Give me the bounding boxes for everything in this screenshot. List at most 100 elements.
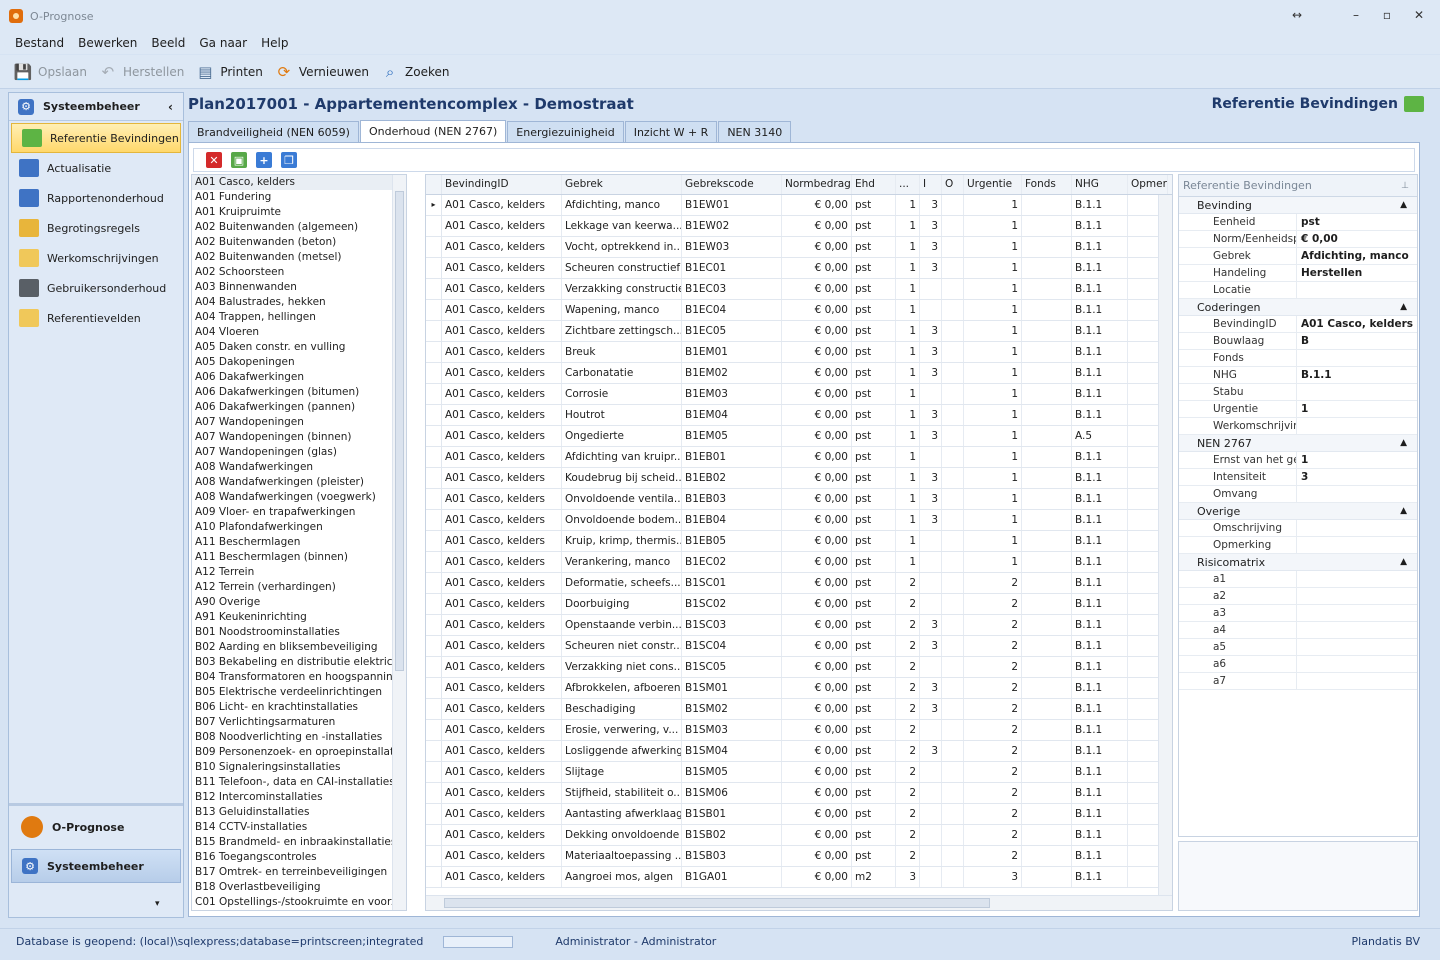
property-row[interactable]: NHG B.1.1: [1179, 367, 1417, 384]
table-cell[interactable]: € 0,00: [782, 195, 852, 215]
row-indicator[interactable]: [426, 531, 442, 551]
list-item[interactable]: B07 Verlichtingsarmaturen: [192, 715, 406, 730]
property-value[interactable]: [1297, 520, 1417, 536]
table-cell[interactable]: [1022, 426, 1072, 446]
table-cell[interactable]: [1022, 405, 1072, 425]
list-item[interactable]: B08 Noodverlichting en -installaties: [192, 730, 406, 745]
row-indicator[interactable]: [426, 762, 442, 782]
table-cell[interactable]: € 0,00: [782, 321, 852, 341]
table-row[interactable]: A01 Casco, kelders Kruip, krimp, thermis.…: [426, 531, 1172, 552]
table-row[interactable]: A01 Casco, kelders Corrosie B1EM03 € 0,00 ps…: [426, 384, 1172, 405]
table-cell[interactable]: B1EC05: [682, 321, 782, 341]
column-header[interactable]: BevindingID: [442, 175, 562, 194]
table-cell[interactable]: [1022, 321, 1072, 341]
table-cell[interactable]: B.1.1: [1072, 384, 1128, 404]
table-cell[interactable]: [942, 846, 964, 866]
table-cell[interactable]: [942, 573, 964, 593]
table-row[interactable]: A01 Casco, kelders Losliggende afwerking B…: [426, 741, 1172, 762]
table-cell[interactable]: 1: [964, 552, 1022, 572]
property-row[interactable]: Opmerking: [1179, 537, 1417, 554]
property-row[interactable]: Ernst van het gel 1: [1179, 452, 1417, 469]
property-row[interactable]: Stabu: [1179, 384, 1417, 401]
table-cell[interactable]: Afbrokkelen, afboeren: [562, 678, 682, 698]
table-cell[interactable]: 2: [964, 657, 1022, 677]
table-cell[interactable]: [1022, 342, 1072, 362]
table-cell[interactable]: [942, 804, 964, 824]
table-cell[interactable]: € 0,00: [782, 468, 852, 488]
table-cell[interactable]: 1: [896, 300, 920, 320]
property-row[interactable]: a6: [1179, 656, 1417, 673]
table-cell[interactable]: 2: [964, 804, 1022, 824]
table-row[interactable]: A01 Casco, kelders Openstaande verbin... B…: [426, 615, 1172, 636]
table-cell[interactable]: [1022, 657, 1072, 677]
table-row[interactable]: ▸ A01 Casco, kelders Afdichting, manco B1EW…: [426, 195, 1172, 216]
table-cell[interactable]: A.5: [1072, 426, 1128, 446]
menu-ga-naar[interactable]: Ga naar: [199, 36, 247, 50]
table-cell[interactable]: A01 Casco, kelders: [442, 384, 562, 404]
table-cell[interactable]: Carbonatatie: [562, 363, 682, 383]
table-cell[interactable]: 1: [964, 300, 1022, 320]
table-cell[interactable]: € 0,00: [782, 594, 852, 614]
property-category[interactable]: Bevinding ▲: [1179, 197, 1417, 214]
table-cell[interactable]: 2: [896, 720, 920, 740]
table-cell[interactable]: € 0,00: [782, 447, 852, 467]
table-cell[interactable]: 3: [920, 699, 942, 719]
table-cell[interactable]: € 0,00: [782, 573, 852, 593]
table-cell[interactable]: A01 Casco, kelders: [442, 321, 562, 341]
table-row[interactable]: A01 Casco, kelders Scheuren niet constr..…: [426, 636, 1172, 657]
table-cell[interactable]: Houtrot: [562, 405, 682, 425]
column-header[interactable]: ...: [896, 175, 920, 194]
column-header[interactable]: Opmerkin: [1128, 175, 1168, 194]
nav-button-o-prognose[interactable]: O-Prognose: [11, 810, 181, 844]
table-row[interactable]: A01 Casco, kelders Vocht, optrekkend in..…: [426, 237, 1172, 258]
row-indicator[interactable]: [426, 489, 442, 509]
table-cell[interactable]: [1022, 762, 1072, 782]
table-cell[interactable]: A01 Casco, kelders: [442, 783, 562, 803]
table-cell[interactable]: B.1.1: [1072, 468, 1128, 488]
table-cell[interactable]: B1EB02: [682, 468, 782, 488]
property-value[interactable]: 3: [1297, 469, 1417, 485]
minimize-icon[interactable]: –: [1346, 8, 1366, 22]
table-cell[interactable]: [920, 573, 942, 593]
table-cell[interactable]: [920, 657, 942, 677]
table-cell[interactable]: [920, 552, 942, 572]
table-cell[interactable]: 2: [964, 678, 1022, 698]
list-item[interactable]: A01 Kruipruimte: [192, 205, 406, 220]
table-cell[interactable]: [1022, 846, 1072, 866]
table-cell[interactable]: pst: [852, 489, 896, 509]
table-cell[interactable]: B.1.1: [1072, 447, 1128, 467]
table-cell[interactable]: 2: [896, 657, 920, 677]
property-category[interactable]: Risicomatrix ▲: [1179, 554, 1417, 571]
property-value[interactable]: [1297, 418, 1417, 434]
table-cell[interactable]: 2: [896, 804, 920, 824]
tab-brandveiligheid[interactable]: Brandveiligheid (NEN 6059): [188, 121, 359, 142]
table-cell[interactable]: [942, 342, 964, 362]
list-item[interactable]: A06 Dakafwerkingen (bitumen): [192, 385, 406, 400]
table-cell[interactable]: 1: [896, 195, 920, 215]
table-cell[interactable]: Afdichting, manco: [562, 195, 682, 215]
table-cell[interactable]: A01 Casco, kelders: [442, 552, 562, 572]
table-cell[interactable]: Losliggende afwerking: [562, 741, 682, 761]
column-header[interactable]: O: [942, 175, 964, 194]
table-cell[interactable]: 1: [964, 195, 1022, 215]
table-cell[interactable]: Verankering, manco: [562, 552, 682, 572]
list-item[interactable]: A01 Casco, kelders: [192, 175, 406, 190]
table-cell[interactable]: € 0,00: [782, 699, 852, 719]
table-cell[interactable]: 3: [920, 510, 942, 530]
table-cell[interactable]: 1: [964, 468, 1022, 488]
table-cell[interactable]: B1SC04: [682, 636, 782, 656]
table-cell[interactable]: 2: [964, 783, 1022, 803]
property-value[interactable]: [1297, 350, 1417, 366]
table-cell[interactable]: [942, 405, 964, 425]
table-cell[interactable]: B1EM03: [682, 384, 782, 404]
table-cell[interactable]: B1EW02: [682, 216, 782, 236]
table-cell[interactable]: [920, 783, 942, 803]
table-cell[interactable]: 1: [964, 342, 1022, 362]
table-cell[interactable]: 1: [964, 510, 1022, 530]
table-cell[interactable]: A01 Casco, kelders: [442, 447, 562, 467]
pin-icon[interactable]: ⊥: [1401, 181, 1409, 191]
table-cell[interactable]: [920, 762, 942, 782]
table-cell[interactable]: A01 Casco, kelders: [442, 594, 562, 614]
table-cell[interactable]: pst: [852, 258, 896, 278]
table-cell[interactable]: 3: [920, 741, 942, 761]
